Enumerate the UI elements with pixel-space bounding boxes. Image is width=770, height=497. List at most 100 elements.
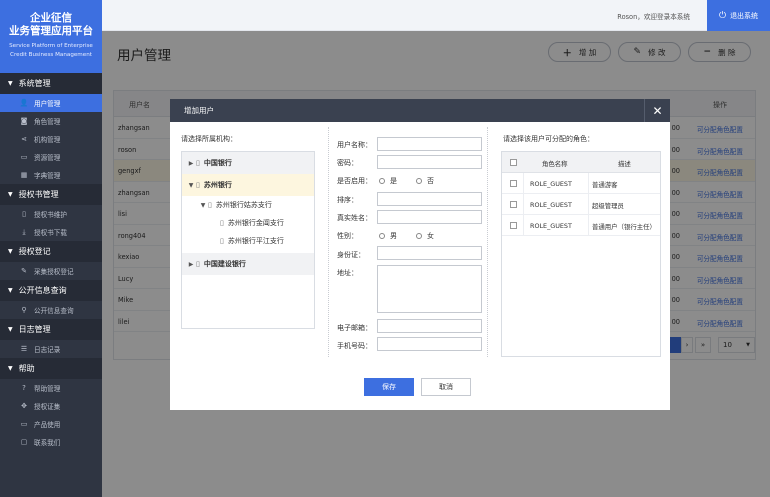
top-header: Roson，欢迎登录本系统 ⏻ 退出系统 [102,0,770,31]
tree-node-boc[interactable]: ▶ ▯ 中国银行 [182,152,314,174]
sidebar-item-label: 角色管理 [34,118,61,126]
sidebar-item-public-query[interactable]: ⚲ 公开信息查询 [0,301,102,319]
org-tree: ▶ ▯ 中国银行 ▼ ▯ 苏州银行 ▼ ▯ 苏州银行姑苏支行 ▯ 苏州银行金阊支行 ▯ 苏州银行… [181,151,315,329]
enabled-no-radio[interactable]: 否 [416,176,434,186]
caret-down-icon: ▼ [188,181,194,189]
close-button[interactable]: ✕ [644,99,670,122]
nav-group-label: 授权登记 [18,247,51,256]
column-header-role-name: 角色名称 [542,160,568,168]
realname-field[interactable] [377,210,482,224]
tree-node-ccb[interactable]: ▶ ▯ 中国建设银行 [182,253,314,275]
logout-button[interactable]: ⏻ 退出系统 [707,0,770,31]
move-icon: ✥ [21,402,27,410]
address-textarea[interactable] [377,265,482,313]
sidebar-item-label: 授权书维护 [34,211,67,219]
sidebar-item-help-manage[interactable]: ? 帮助管理 [0,379,102,397]
caret-down-icon: ▼ [8,365,13,372]
role-row[interactable]: ROLE_GUEST 普通游客 [502,173,660,194]
caret-down-icon: ▼ [8,80,13,87]
radio-circle-icon [379,178,385,184]
pen-icon: ✎ [21,267,27,275]
order-label: 排序： [337,196,358,204]
file-icon: ▯ [220,237,224,245]
role-name: ROLE_GUEST [530,180,572,188]
nav-group-logs[interactable]: ▼ 日志管理 [0,319,102,340]
sidebar-item-product-usage[interactable]: ▭ 产品使用 [0,415,102,433]
column-header-description: 描述 [618,160,631,168]
radio-label: 否 [427,177,434,185]
sidebar-item-orgs[interactable]: ⋖ 机构管理 [0,130,102,148]
caret-right-icon: ▶ [188,159,194,167]
sidebar-item-resources[interactable]: ▭ 资源管理 [0,148,102,166]
save-button[interactable]: 保存 [364,378,414,396]
role-icon: ◙ [20,117,28,125]
password-field[interactable] [377,155,482,169]
nav-group-registration[interactable]: ▼ 授权登记 [0,241,102,262]
sidebar-item-label: 用户管理 [34,100,61,108]
role-name: ROLE_GUEST [530,222,572,230]
sidebar-item-roles[interactable]: ◙ 角色管理 [0,112,102,130]
tree-node-label: 苏州银行 [203,181,232,189]
sidebar-item-collect-registration[interactable]: ✎ 采集授权登记 [0,262,102,280]
email-field[interactable] [377,319,482,333]
tree-node-jinchang-branch[interactable]: ▯ 苏州银行金阊支行 [182,214,314,232]
sidebar-item-auth-maintain[interactable]: ▯ 授权书维护 [0,205,102,223]
role-checkbox[interactable] [510,222,517,229]
caret-down-icon: ▼ [8,191,13,198]
address-label: 地址： [337,269,358,277]
caret-down-icon: ▼ [8,248,13,255]
role-row[interactable]: ROLE_GUEST 普通用户（银行主任） [502,215,660,236]
calendar-icon: ▦ [20,171,28,179]
document-icon: ▯ [22,210,26,218]
dialog-title: 增加用户 [184,106,214,115]
role-description: 超级管理员 [592,202,624,210]
brand-title-2: 业务管理应用平台 [9,25,93,37]
gender-female-radio[interactable]: 女 [416,231,434,241]
realname-label: 真实姓名： [337,214,372,222]
username-field[interactable] [377,137,482,151]
role-description: 普通用户（银行主任） [592,223,656,231]
caret-down-icon: ▼ [8,287,13,294]
brand-logo: 企业征信 业务管理应用平台 Service Platform of Enterp… [0,0,102,73]
tree-node-suzhou-bank[interactable]: ▼ ▯ 苏州银行 [182,174,314,196]
caret-down-icon: ▼ [8,326,13,333]
sidebar-item-log-records[interactable]: ☰ 日志记录 [0,340,102,358]
tree-node-gusu-branch[interactable]: ▼ ▯ 苏州银行姑苏支行 [182,196,314,214]
sidebar-item-dictionary[interactable]: ▦ 字典管理 [0,166,102,184]
gender-male-radio[interactable]: 男 [379,231,397,241]
sidebar-item-label: 授权证集 [34,403,61,411]
order-field[interactable] [377,192,482,206]
gender-label: 性别： [337,232,358,240]
select-all-checkbox[interactable] [510,159,517,166]
sidebar-item-auth-certs[interactable]: ✥ 授权证集 [0,397,102,415]
nav-group-authorization[interactable]: ▼ 授权书管理 [0,184,102,205]
search-icon: ⚲ [21,306,27,314]
list-icon: ☰ [20,345,28,353]
file-icon: ▯ [196,181,200,189]
phone-field[interactable] [377,337,482,351]
sidebar-item-label: 授权书下载 [34,229,67,237]
sidebar-item-auth-download[interactable]: ⤓ 授权书下载 [0,223,102,241]
cancel-button[interactable]: 取消 [421,378,471,396]
sidebar-item-label: 日志记录 [34,346,61,354]
nav-group-help[interactable]: ▼ 帮助 [0,358,102,379]
sidebar-item-contact[interactable]: ▢ 联系我们 [0,433,102,451]
radio-label: 是 [390,177,397,185]
nav-group-public-query[interactable]: ▼ 公开信息查询 [0,280,102,301]
nav-group-system[interactable]: ▼ 系统管理 [0,73,102,94]
sidebar-item-users[interactable]: 👤 用户管理 [0,94,102,112]
enabled-yes-radio[interactable]: 是 [379,176,397,186]
role-checkbox[interactable] [510,180,517,187]
radio-circle-icon [379,233,385,239]
password-label: 密码： [337,159,358,167]
idcard-field[interactable] [377,246,482,260]
nav-group-label: 帮助 [18,364,35,373]
power-icon: ⏻ [718,10,727,21]
file-icon: ▯ [196,159,200,167]
role-row[interactable]: ROLE_GUEST 超级管理员 [502,194,660,215]
brand-subtitle-2: Credit Business Management [10,52,92,58]
tree-node-pingjiang-branch[interactable]: ▯ 苏州银行平江支行 [182,232,314,250]
nav-group-label: 系统管理 [18,79,51,88]
role-checkbox[interactable] [510,201,517,208]
add-user-dialog: 增加用户 ✕ 请选择所属机构： ▶ ▯ 中国银行 ▼ ▯ 苏州银行 ▼ ▯ 苏州银行姑苏支行… [170,99,670,410]
